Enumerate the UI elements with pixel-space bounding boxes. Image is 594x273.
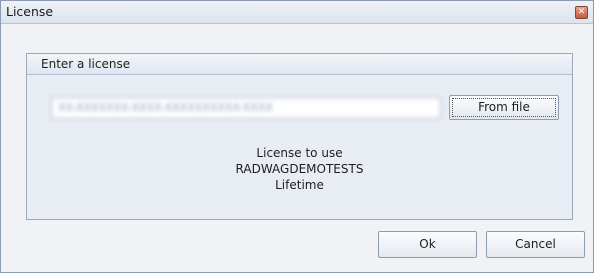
window-title: License [6, 4, 54, 19]
title-bar: License ✕ [1, 1, 593, 24]
license-group: Enter a license XX-XXXXXXX-XXXX-XXXXXXXX… [26, 53, 573, 220]
license-duration: Lifetime [275, 178, 324, 192]
license-holder-name: RADWAGDEMOTESTS [235, 162, 364, 176]
license-dialog: License ✕ Enter a license XX-XXXXXXX-XXX… [0, 0, 594, 273]
from-file-button[interactable]: From file [449, 95, 559, 120]
license-key-input[interactable]: XX-XXXXXXX-XXXX-XXXXXXXXXX-XXXX [51, 97, 441, 119]
group-title: Enter a license [41, 57, 131, 71]
ok-button[interactable]: Ok [378, 231, 477, 258]
close-icon[interactable]: ✕ [575, 6, 588, 19]
license-info-line-1: License to use [256, 146, 343, 160]
cancel-button[interactable]: Cancel [486, 231, 585, 258]
group-header: Enter a license [27, 54, 572, 75]
